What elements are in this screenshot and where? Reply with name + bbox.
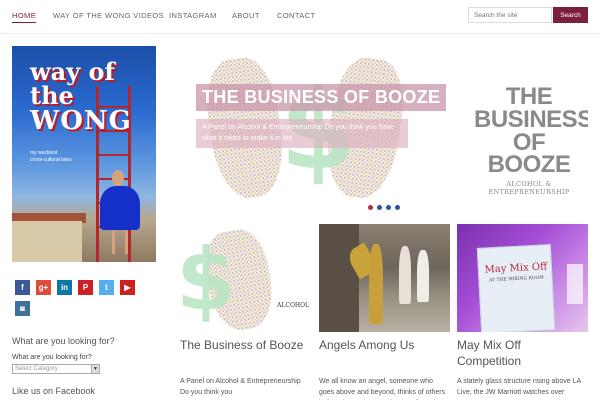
post-thumbnail[interactable] — [319, 224, 450, 332]
background-building — [319, 224, 359, 332]
post-excerpt: We all know an angel, someone who goes a… — [319, 378, 446, 400]
book-title-top: way of the — [30, 57, 115, 110]
instagram-icon[interactable]: ◙ — [15, 301, 30, 316]
nav-contact[interactable]: CONTACT — [277, 11, 316, 20]
glass-item — [567, 264, 583, 304]
slider-dot[interactable] — [386, 205, 391, 210]
gold-statue-figure — [369, 244, 383, 324]
house-shape — [12, 221, 82, 262]
sidebar: way of the WONG my wackiest cross-cultur… — [12, 46, 156, 396]
slide-brand-logo: THE BUSINESS OF BOOZE ALCOHOL & ENTREPRE… — [474, 85, 588, 197]
thumbnail-caption: ALCOHOL — [277, 302, 309, 309]
post-card: $ ALCOHOL The Business of Booze A Panel … — [180, 224, 311, 396]
category-label: What are you looking for? — [12, 354, 92, 361]
person-dress — [100, 186, 140, 230]
linkedin-icon[interactable]: in — [57, 280, 72, 295]
featured-slider[interactable]: $ THE BUSINESS OF BOOZE A Panel on Alcoh… — [180, 46, 588, 216]
person-head — [112, 170, 124, 186]
pinterest-icon[interactable]: P — [78, 280, 93, 295]
google-plus-icon[interactable]: g+ — [36, 280, 51, 295]
sign-title: May Mix Off — [484, 261, 548, 276]
slider-dot[interactable] — [377, 205, 382, 210]
sign-board: May Mix Off AT THE MIXING ROOM — [476, 244, 556, 332]
person-figure — [399, 246, 411, 304]
brand-subtitle: ALCOHOL & ENTREPRENEURSHIP — [488, 180, 570, 197]
book-subtitle: my wackiest cross-cultural tales — [30, 150, 72, 163]
search-input[interactable] — [468, 7, 552, 23]
book-cover-image[interactable]: way of the WONG my wackiest cross-cultur… — [12, 46, 156, 262]
search-widget-heading: What are you looking for? — [12, 336, 115, 346]
post-title[interactable]: May Mix Off Competition — [457, 337, 588, 369]
slider-dot[interactable] — [395, 205, 400, 210]
slide-title[interactable]: THE BUSINESS OF BOOZE — [196, 84, 447, 111]
post-card: Angels Among Us We all know an angel, so… — [319, 224, 450, 400]
youtube-icon[interactable]: ▶ — [120, 280, 135, 295]
post-excerpt: A stately glass structure rising above L… — [457, 378, 581, 396]
post-excerpt: A Panel on Alcohol & Entrepreneurship Do… — [180, 378, 301, 396]
person-legs — [112, 230, 128, 254]
category-select[interactable]: Select Category ▼ — [12, 364, 100, 374]
facebook-icon[interactable]: f — [15, 280, 30, 295]
post-card: May Mix Off AT THE MIXING ROOM May Mix O… — [457, 224, 588, 396]
ladder-rung — [96, 154, 131, 156]
nav-way-of-the-wong-videos[interactable]: WAY OF THE WONG VIDEOS — [53, 11, 164, 20]
nav-about[interactable]: ABOUT — [232, 11, 260, 20]
book-title-main: WONG — [30, 106, 132, 136]
post-title[interactable]: The Business of Booze — [180, 337, 303, 353]
book-title: way of the WONG — [30, 57, 156, 136]
slider-dot[interactable] — [368, 205, 373, 210]
post-thumbnail[interactable]: May Mix Off AT THE MIXING ROOM — [457, 224, 588, 332]
person-figure — [417, 250, 429, 302]
brand-line: OF BOOZE — [487, 128, 571, 179]
post-thumbnail[interactable]: $ ALCOHOL — [180, 224, 311, 332]
dollar-sign-graphic: $ — [180, 230, 236, 330]
post-title[interactable]: Angels Among Us — [319, 337, 414, 353]
slide-description: A Panel on Alcohol & Entrepreneurship Do… — [196, 119, 408, 148]
facebook-widget-heading: Like us on Facebook — [12, 386, 96, 396]
nav-home[interactable]: HOME — [12, 11, 37, 23]
category-select-value: Select Category — [15, 366, 58, 372]
sign-subtitle: AT THE MIXING ROOM — [489, 275, 544, 284]
top-navigation: HOME WAY OF THE WONG VIDEOS INSTAGRAM AB… — [0, 0, 600, 34]
twitter-icon[interactable]: t — [99, 280, 114, 295]
nav-instagram[interactable]: INSTAGRAM — [169, 11, 217, 20]
chevron-down-icon: ▼ — [91, 365, 99, 373]
search-button[interactable]: Search — [553, 7, 588, 23]
